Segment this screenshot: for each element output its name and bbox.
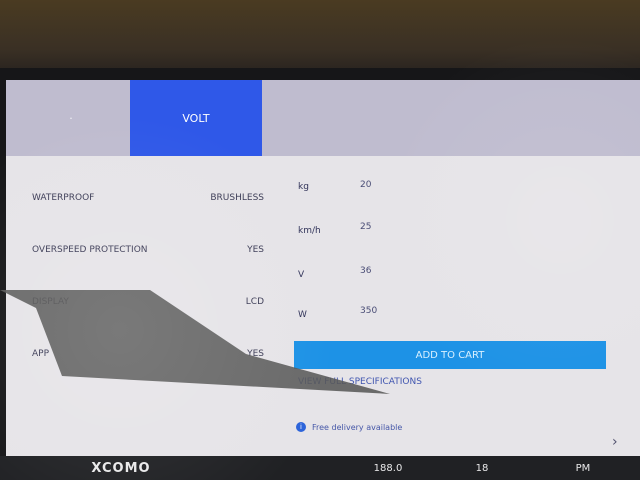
spec-row-label: OVERSPEED PROTECTION (32, 245, 148, 255)
delivery-status: i Free delivery available (296, 422, 402, 432)
tab-home-label: · (69, 111, 73, 125)
spec-value: 25 (360, 222, 372, 232)
spec-row-value: BRUSHLESS (210, 193, 264, 203)
add-to-cart-button[interactable]: ADD TO CART (294, 341, 606, 369)
spec-label: W (298, 310, 307, 320)
tab-volt-label: VOLT (182, 111, 210, 125)
tab-right[interactable] (526, 80, 626, 156)
spec-row-label: WATERPROOF (32, 193, 95, 203)
spec-row-value: YES (247, 349, 264, 359)
next-arrow-icon[interactable]: › (612, 434, 618, 450)
footer-value-2: 18 (468, 456, 496, 480)
spec-row-label: APP (32, 349, 50, 359)
brand-name: XCOMO (91, 460, 151, 476)
spec-label: km/h (298, 226, 321, 236)
add-to-cart-label: ADD TO CART (415, 349, 485, 361)
tab-home[interactable]: · (16, 80, 126, 156)
specifications-link[interactable]: VIEW FULL SPECIFICATIONS (298, 377, 422, 387)
tab-volt[interactable]: VOLT (130, 80, 262, 156)
spec-row-overspeed: OVERSPEED PROTECTION YES (32, 238, 264, 262)
footer-value-text: 188.0 (373, 462, 403, 474)
spec-row-app: APP YES (32, 342, 264, 366)
spec-value: 20 (360, 180, 372, 190)
footer-value-3: PM (568, 456, 598, 480)
footer-value-1: 188.0 (370, 456, 406, 480)
spec-label: V (298, 270, 305, 280)
spec-value: 36 (360, 266, 372, 276)
spec-row-value: LCD (245, 297, 264, 307)
screen: · VOLT WATERPROOF BRUSHLESS OVERSPEED PR… (6, 80, 640, 456)
tab-middle[interactable] (386, 80, 506, 156)
brand-logo: XCOMO (66, 456, 176, 480)
footer-value-text: PM (575, 462, 591, 474)
spec-label: kg (298, 182, 309, 192)
spec-row-label: DISPLAY (32, 297, 69, 307)
spec-value: 350 (360, 306, 378, 316)
delivery-status-text: Free delivery available (312, 422, 403, 432)
spec-row-display: DISPLAY LCD (32, 290, 264, 314)
content-area: WATERPROOF BRUSHLESS OVERSPEED PROTECTIO… (6, 156, 640, 456)
footer-value-text: 18 (475, 462, 489, 474)
info-icon: i (296, 422, 306, 432)
spec-row-value: YES (247, 245, 264, 255)
footer-bar: XCOMO 188.0 18 PM (0, 456, 640, 480)
top-navigation: · VOLT (6, 80, 640, 156)
spec-row-waterproof: WATERPROOF BRUSHLESS (32, 186, 264, 210)
